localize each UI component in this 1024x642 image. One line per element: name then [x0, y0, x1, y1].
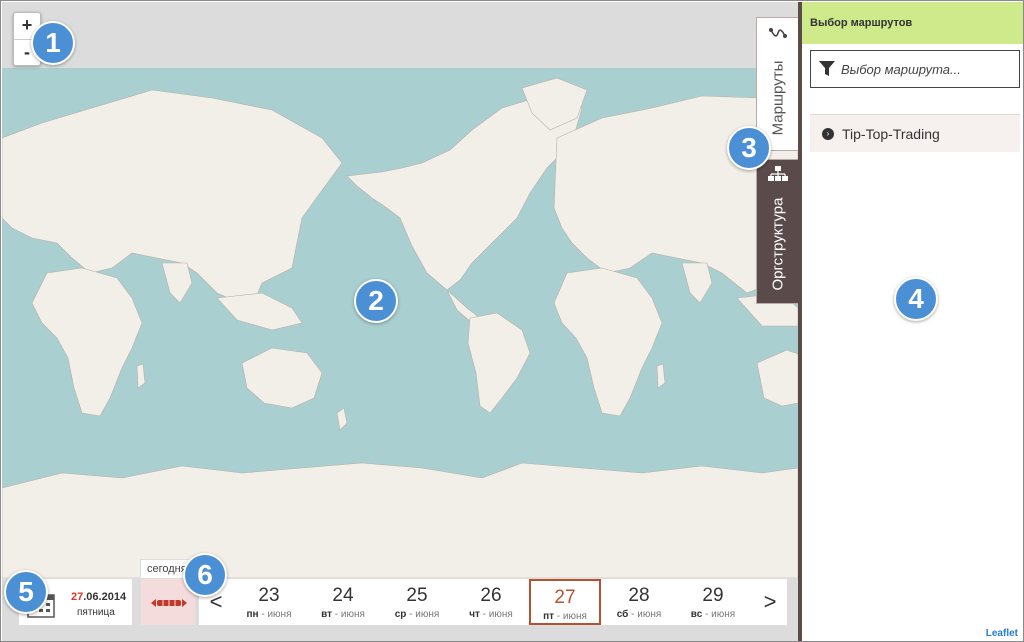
day-number: 28	[628, 585, 650, 606]
callout-4: 4	[894, 277, 938, 321]
day-caption: чт - июня	[469, 609, 513, 620]
land-antarctica	[2, 462, 798, 578]
today-marker-icon	[151, 599, 187, 607]
map-view[interactable]: + - Маршруты Оргструктура 27.06.2014 пят…	[2, 2, 798, 641]
day-number: 23	[258, 585, 280, 606]
day-caption: сб - июня	[616, 609, 662, 620]
day-cell[interactable]: 24 вт - июня	[307, 579, 379, 625]
day-number: 29	[702, 585, 724, 606]
callout-5: 5	[4, 570, 48, 614]
world-map[interactable]	[2, 68, 798, 578]
route-filter-input[interactable]: Выбор маршрута...	[810, 50, 1020, 88]
tab-org-label: Оргструктура	[769, 197, 786, 290]
leaflet-attribution-link[interactable]: Leaflet	[986, 628, 1018, 639]
day-number: 25	[406, 585, 428, 606]
day-caption: вт - июня	[321, 609, 365, 620]
tab-org-structure[interactable]: Оргструктура	[756, 159, 798, 304]
day-number: 26	[480, 585, 502, 606]
next-week-button[interactable]: >	[753, 579, 787, 625]
panel-title: Выбор маршрутов	[802, 2, 1023, 44]
route-icon	[768, 26, 788, 44]
day-cell[interactable]: 25 ср - июня	[381, 579, 453, 625]
tab-routes-label: Маршруты	[769, 60, 786, 136]
day-cell[interactable]: 27 пт - июня	[529, 579, 601, 625]
current-weekday: пятница	[77, 607, 115, 618]
org-chart-icon	[768, 166, 788, 186]
chevron-right-icon: ›	[822, 127, 834, 140]
day-number: 24	[332, 585, 354, 606]
callout-1: 1	[31, 21, 75, 65]
current-date: 27.06.2014	[71, 591, 127, 603]
app-window: + - Маршруты Оргструктура 27.06.2014 пят…	[0, 0, 1024, 642]
callout-3: 3	[727, 126, 771, 170]
callout-2: 2	[354, 279, 398, 323]
day-cell[interactable]: 23 пн - июня	[233, 579, 305, 625]
day-caption: пн - июня	[246, 609, 292, 620]
routes-panel: Выбор маршрутов Выбор маршрута... › Tip-…	[798, 2, 1023, 641]
day-caption: вс - июня	[690, 609, 736, 620]
day-cell[interactable]: 28 сб - июня	[603, 579, 675, 625]
filter-icon	[819, 61, 835, 76]
day-strip: < 23 пн - июня 24 вт - июня 25 ср - июня 26 чт …	[198, 578, 788, 626]
callout-6: 6	[183, 553, 227, 597]
day-caption: пт - июня	[543, 611, 587, 622]
route-item[interactable]: › Tip-Top-Trading	[810, 114, 1020, 152]
day-cell[interactable]: 26 чт - июня	[455, 579, 527, 625]
day-caption: ср - июня	[394, 609, 440, 620]
route-filter-placeholder: Выбор маршрута...	[841, 61, 961, 77]
day-number: 27	[554, 587, 576, 608]
day-cell[interactable]: 29 вс - июня	[677, 579, 749, 625]
route-item-label: Tip-Top-Trading	[842, 125, 940, 142]
